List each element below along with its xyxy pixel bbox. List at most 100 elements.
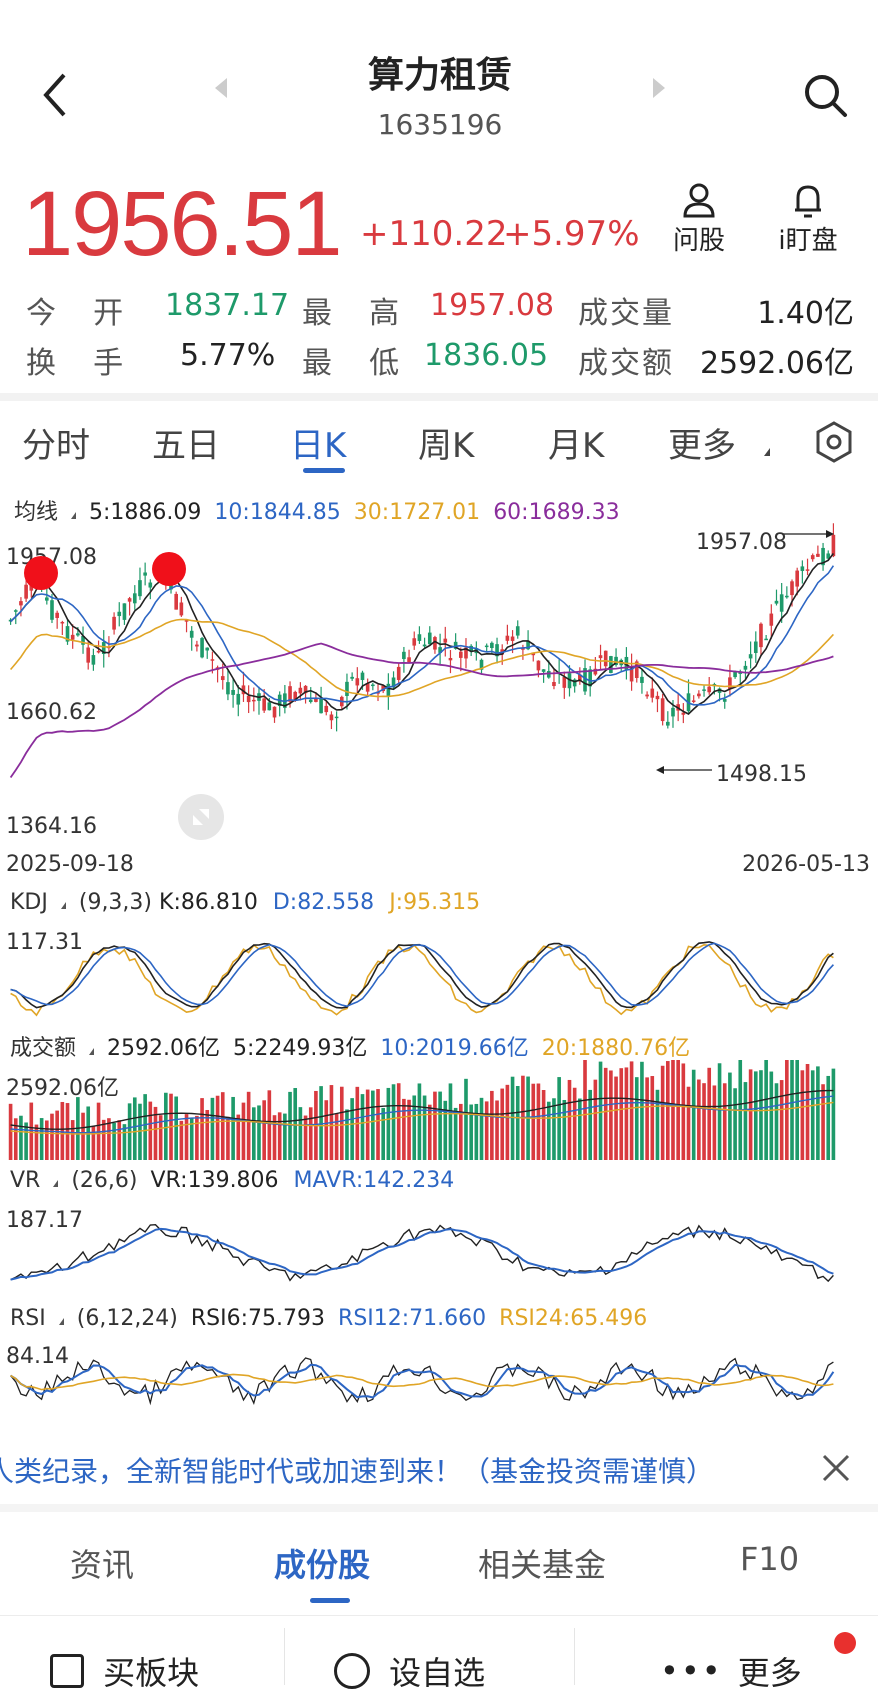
vr-params: (26,6) xyxy=(71,1168,138,1193)
amount-caret-icon xyxy=(89,1048,95,1055)
amount-bar xyxy=(609,1070,613,1160)
amount-bar xyxy=(686,1086,691,1160)
amount-bar xyxy=(805,1064,810,1160)
amount-bar xyxy=(624,1067,629,1160)
amount-bar xyxy=(655,1089,660,1160)
amount-bar xyxy=(816,1066,820,1160)
kline-max-label: 1957.08 xyxy=(696,530,787,555)
buy-sector-label: 买板块 xyxy=(103,1654,200,1692)
rsi-chart[interactable] xyxy=(0,1336,878,1426)
candle-body xyxy=(603,650,608,667)
candle-body xyxy=(96,650,101,653)
bottom-tab-f10[interactable]: F10 xyxy=(740,1540,799,1578)
news-ticker[interactable]: 人类纪录，全新智能时代或加速到来！（基金投资需谨慎） xyxy=(0,1436,878,1500)
amount-bar xyxy=(490,1090,494,1160)
back-button[interactable] xyxy=(36,70,76,120)
vr-caret-icon xyxy=(53,1180,59,1187)
candle-body xyxy=(334,716,339,719)
amount-bar xyxy=(779,1080,784,1160)
bottom-tab-indicator xyxy=(310,1598,350,1603)
amount-bar xyxy=(593,1079,598,1160)
ask-stock-label: 问股 xyxy=(672,226,725,256)
ask-stock-button[interactable]: 问股 xyxy=(664,180,734,260)
kdj-params: (9,3,3) xyxy=(78,890,153,915)
candle-body xyxy=(19,601,23,606)
candle-body xyxy=(402,651,406,660)
tab-weekly-k[interactable]: 周K xyxy=(418,418,474,467)
amount-bar xyxy=(184,1114,189,1160)
candle-body xyxy=(707,686,712,693)
hexagon-settings-icon[interactable] xyxy=(812,420,856,464)
kline-chart[interactable] xyxy=(0,520,878,850)
amount-bar xyxy=(484,1101,489,1160)
kdj-chart[interactable] xyxy=(0,920,878,1030)
amount-bar xyxy=(800,1070,805,1160)
close-icon xyxy=(822,1454,850,1482)
candle-body xyxy=(319,698,323,714)
amount-bar xyxy=(267,1090,272,1160)
amount-bar xyxy=(55,1110,59,1160)
person-icon xyxy=(683,183,715,218)
fullscreen-button[interactable] xyxy=(178,794,224,840)
vr-chart[interactable] xyxy=(0,1198,878,1308)
amount-bar xyxy=(629,1061,634,1160)
amount-bar xyxy=(717,1063,722,1160)
tab-more[interactable]: 更多 xyxy=(668,418,736,467)
tab-daily-k[interactable]: 日K xyxy=(290,418,346,467)
tab-intraday[interactable]: 分时 xyxy=(22,418,90,467)
candle-body xyxy=(417,634,422,641)
candle-body xyxy=(681,712,686,715)
candle-body xyxy=(650,688,655,698)
candle-body xyxy=(210,659,215,661)
more-actions-button[interactable]: ••• 更多 xyxy=(660,1648,802,1694)
kdj-legend[interactable]: KDJ (9,3,3) K:86.810 D:82.558 J:95.315 xyxy=(10,890,480,915)
amount-bar xyxy=(681,1063,686,1160)
candle-body xyxy=(412,638,417,646)
next-arrow[interactable] xyxy=(653,78,665,98)
candle-body xyxy=(660,698,665,722)
tab-five-day[interactable]: 五日 xyxy=(152,418,220,467)
add-watchlist-button[interactable]: 设自选 xyxy=(334,1648,485,1694)
amount-bar xyxy=(220,1092,225,1160)
amount-bar xyxy=(407,1099,411,1160)
amount-bar xyxy=(810,1070,815,1160)
candle-body xyxy=(805,569,810,571)
tab-monthly-k[interactable]: 月K xyxy=(548,418,604,467)
prev-arrow[interactable] xyxy=(215,78,227,98)
amount-bar xyxy=(386,1087,391,1160)
kline-min-label: 1498.15 xyxy=(716,762,807,787)
amount-bar xyxy=(339,1086,344,1160)
amount-bar xyxy=(210,1097,215,1160)
candle-body xyxy=(174,593,178,610)
amount-bar xyxy=(60,1101,65,1160)
amount-chart[interactable] xyxy=(0,1060,878,1160)
amount-legend[interactable]: 成交额 2592.06亿 5:2249.93亿 10:2019.66亿 20:1… xyxy=(10,1030,690,1062)
amount-bar xyxy=(733,1088,737,1160)
ticker-close-button[interactable] xyxy=(818,1450,854,1486)
candle-body xyxy=(55,612,59,618)
bottom-tab-funds[interactable]: 相关基金 xyxy=(478,1540,606,1586)
search-button[interactable] xyxy=(800,70,850,120)
bottom-tab-news[interactable]: 资讯 xyxy=(70,1540,134,1586)
amount-bar xyxy=(117,1120,122,1160)
bottom-tab-constituents[interactable]: 成份股 xyxy=(274,1540,370,1586)
rsi-legend[interactable]: RSI (6,12,24) RSI6:75.793 RSI12:71.660 R… xyxy=(10,1306,647,1331)
buy-sector-button[interactable]: 买板块 xyxy=(50,1648,199,1694)
amount-bar xyxy=(371,1090,375,1160)
watch-button[interactable]: i盯盘 xyxy=(768,180,848,260)
rsi12-value: RSI12:71.660 xyxy=(338,1306,487,1331)
vr-legend[interactable]: VR (26,6) VR:139.806 MAVR:142.234 xyxy=(10,1168,454,1193)
amount-bar xyxy=(132,1097,137,1160)
candle-body xyxy=(189,630,194,638)
candle-body xyxy=(117,611,122,617)
candle-body xyxy=(127,598,132,602)
candle-body xyxy=(779,594,784,612)
rsi6-value: RSI6:75.793 xyxy=(190,1306,326,1331)
candle-body xyxy=(484,645,489,648)
amount-bar xyxy=(433,1091,437,1160)
amount-bar xyxy=(707,1067,712,1160)
kdj-caret-icon xyxy=(60,902,66,909)
candle-body xyxy=(138,580,142,597)
amount-bar xyxy=(557,1077,561,1160)
min-arrow-head xyxy=(656,766,664,774)
